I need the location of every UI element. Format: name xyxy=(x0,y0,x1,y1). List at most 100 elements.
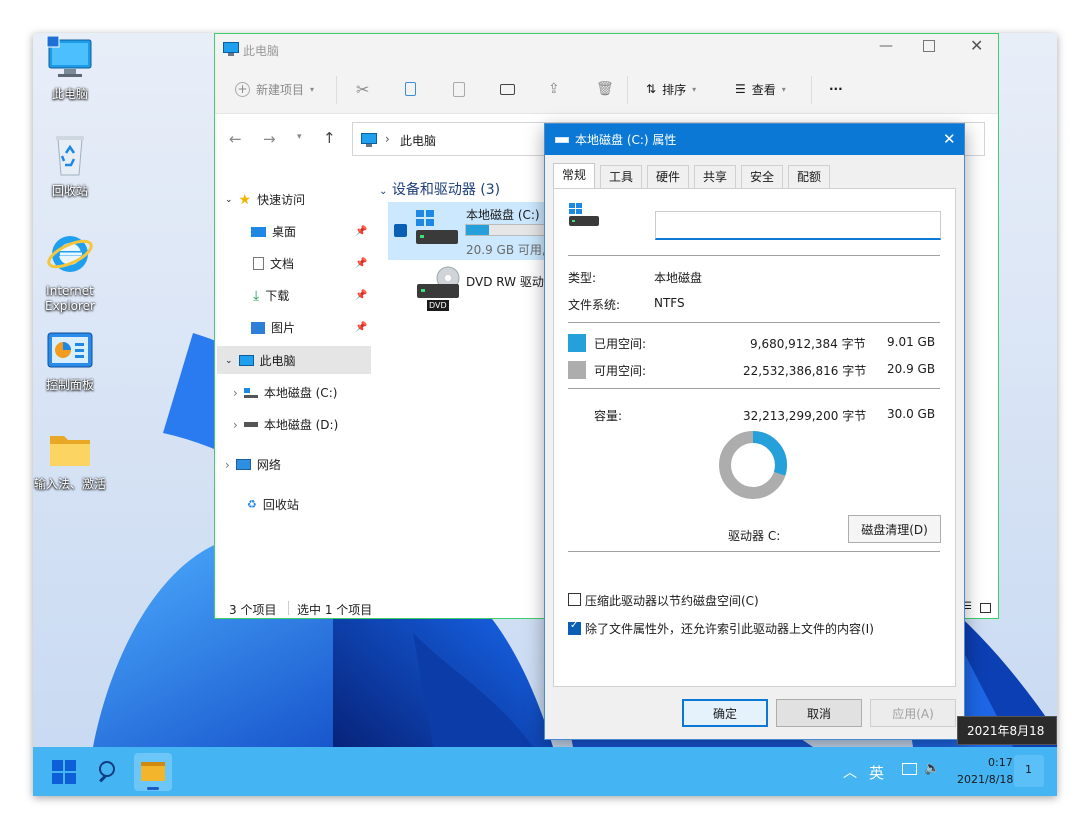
close-icon[interactable]: ✕ xyxy=(943,130,956,148)
desktop-icon-ime-folder[interactable]: 输入法、激活 xyxy=(33,430,110,492)
sort-button[interactable]: ⇅ 排序 ▾ xyxy=(646,78,696,100)
notification-center-button[interactable]: 1 xyxy=(1014,755,1044,787)
sort-icon: ⇅ xyxy=(646,82,657,96)
drive-tile-c[interactable]: 本地磁盘 (C:) 20.9 GB 可用, xyxy=(388,202,548,260)
group-header[interactable]: ⌄ 设备和驱动器 (3) xyxy=(379,179,500,199)
recent-chevron-icon[interactable]: ▾ xyxy=(297,132,302,142)
chevron-down-icon: ▾ xyxy=(310,84,315,94)
index-checkbox[interactable]: ✓ xyxy=(568,620,581,635)
free-space-label: 可用空间: xyxy=(594,364,647,378)
minimize-button[interactable]: — xyxy=(879,38,893,54)
dialog-titlebar[interactable]: 本地磁盘 (C:) 属性 ✕ xyxy=(545,124,964,155)
ie-icon xyxy=(47,236,93,272)
disk-cleanup-button[interactable]: 磁盘清理(D) xyxy=(848,515,941,543)
close-button[interactable]: ✕ xyxy=(970,36,983,55)
clock-date[interactable]: 2021/8/18 xyxy=(957,773,1013,786)
rename-icon[interactable] xyxy=(500,78,515,100)
separator xyxy=(568,551,940,552)
view-button[interactable]: ☰ 查看 ▾ xyxy=(735,78,786,100)
ime-indicator[interactable]: 英 xyxy=(869,762,884,783)
drive-icon xyxy=(243,422,258,427)
search-button[interactable] xyxy=(95,758,123,786)
search-icon-handle xyxy=(99,774,107,783)
up-arrow-icon[interactable]: ↑ xyxy=(323,129,336,147)
tab-tools[interactable]: 工具 xyxy=(600,165,643,188)
windows-drive-icon xyxy=(243,387,258,398)
folder-icon xyxy=(50,436,90,466)
dialog-title: 本地磁盘 (C:) 属性 xyxy=(575,133,677,147)
used-space-size: 9.01 GB xyxy=(887,335,936,349)
pin-icon[interactable]: 📌 xyxy=(355,226,367,237)
desktop-icon-control-panel[interactable]: 控制面板 xyxy=(33,331,110,393)
desktop-icon-recycle-bin[interactable]: 回收站 xyxy=(33,133,110,199)
nav-this-pc[interactable]: ⌄ 此电脑 xyxy=(225,352,296,369)
filesystem-value: NTFS xyxy=(654,296,685,310)
desktop-screen: 此电脑 回收站 Internet Explorer 控制面板 输入法、激活 此电… xyxy=(33,33,1057,796)
chevron-right-icon: › xyxy=(233,385,238,400)
desktop-icon-label: Internet Explorer xyxy=(33,284,110,314)
tab-general[interactable]: 常规 xyxy=(553,163,596,189)
tiles-view-icon[interactable] xyxy=(980,603,991,613)
navigation-pane: ⌄ ★ 快速访问 桌面 📌 文档 📌 ⤓ 下载 📌 图片 📌 ⌄ 此电脑 › 本… xyxy=(215,164,387,620)
status-selected: 选中 1 个项目 xyxy=(297,603,373,617)
maximize-button[interactable] xyxy=(923,40,935,52)
nav-downloads[interactable]: ⤓ 下载 📌 xyxy=(251,287,371,304)
status-count: 3 个项目 xyxy=(229,603,277,617)
volume-icon[interactable]: 🔈 xyxy=(924,761,940,776)
control-panel-icon xyxy=(47,332,93,368)
volume-label-input[interactable] xyxy=(655,211,941,240)
back-arrow-icon[interactable]: ← xyxy=(229,130,242,148)
tray-chevron-icon[interactable]: ︿ xyxy=(843,762,857,782)
index-label: 除了文件属性外，还允许索引此驱动器上文件的内容(I) xyxy=(585,622,874,636)
copy-icon[interactable] xyxy=(405,78,416,100)
new-item-button[interactable]: + 新建项目 ▾ xyxy=(235,78,314,100)
network-icon[interactable] xyxy=(902,763,917,775)
apply-button[interactable]: 应用(A) xyxy=(870,699,956,727)
cut-icon[interactable]: ✂ xyxy=(356,78,369,100)
pin-icon[interactable]: 📌 xyxy=(355,290,367,301)
tab-hardware[interactable]: 硬件 xyxy=(647,165,690,188)
drive-tile-dvd[interactable]: DVD DVD RW 驱动 xyxy=(388,262,548,318)
computer-icon xyxy=(238,355,254,366)
tab-sharing[interactable]: 共享 xyxy=(694,165,737,188)
tab-security[interactable]: 安全 xyxy=(741,165,784,188)
share-icon[interactable]: ⇪ xyxy=(548,78,560,100)
active-indicator xyxy=(147,787,159,790)
file-explorer-taskbar-button[interactable] xyxy=(134,753,172,791)
drive-select-checkbox[interactable] xyxy=(394,224,407,237)
desktop-icon-label: 控制面板 xyxy=(45,378,94,392)
nav-drive-c[interactable]: › 本地磁盘 (C:) xyxy=(233,384,337,401)
nav-network[interactable]: › 网络 xyxy=(225,456,281,473)
free-space-bytes: 22,532,386,816 字节 xyxy=(743,364,867,378)
nav-label: 桌面 xyxy=(272,225,297,239)
toolbar-divider xyxy=(811,76,812,104)
desktop-icon-internet-explorer[interactable]: Internet Explorer xyxy=(33,230,110,314)
breadcrumb: 此电脑 xyxy=(400,134,437,148)
nav-pictures[interactable]: 图片 📌 xyxy=(251,319,371,336)
forward-arrow-icon[interactable]: → xyxy=(263,130,276,148)
nav-recycle-bin[interactable]: ♻ 回收站 xyxy=(247,496,299,513)
nav-desktop[interactable]: 桌面 📌 xyxy=(251,223,371,240)
separator xyxy=(568,322,940,323)
desktop-icon-this-pc[interactable]: 此电脑 xyxy=(33,35,110,102)
more-button[interactable]: ··· xyxy=(829,78,843,100)
tab-quota[interactable]: 配额 xyxy=(788,165,831,188)
desktop-icon-label: 此电脑 xyxy=(51,87,88,101)
compress-checkbox[interactable] xyxy=(568,593,581,606)
pin-icon[interactable]: 📌 xyxy=(355,322,367,333)
nav-label: 本地磁盘 (D:) xyxy=(263,418,339,432)
ok-button[interactable]: 确定 xyxy=(682,699,768,727)
delete-icon[interactable]: 🗑 xyxy=(596,78,614,100)
start-button[interactable] xyxy=(51,759,77,785)
cancel-button[interactable]: 取消 xyxy=(776,699,862,727)
dvd-badge: DVD xyxy=(429,301,447,310)
view-icon: ☰ xyxy=(735,82,746,96)
desktop-icon-label-line2: Explorer xyxy=(45,299,95,313)
explorer-titlebar[interactable]: 此电脑 — ✕ xyxy=(215,34,998,64)
paste-icon[interactable] xyxy=(453,78,465,100)
nav-documents[interactable]: 文档 📌 xyxy=(251,255,371,272)
pin-icon[interactable]: 📌 xyxy=(355,258,367,269)
nav-drive-d[interactable]: › 本地磁盘 (D:) xyxy=(233,416,338,433)
clock-time[interactable]: 0:17 xyxy=(988,756,1013,769)
nav-quick-access[interactable]: ⌄ ★ 快速访问 xyxy=(225,191,305,208)
